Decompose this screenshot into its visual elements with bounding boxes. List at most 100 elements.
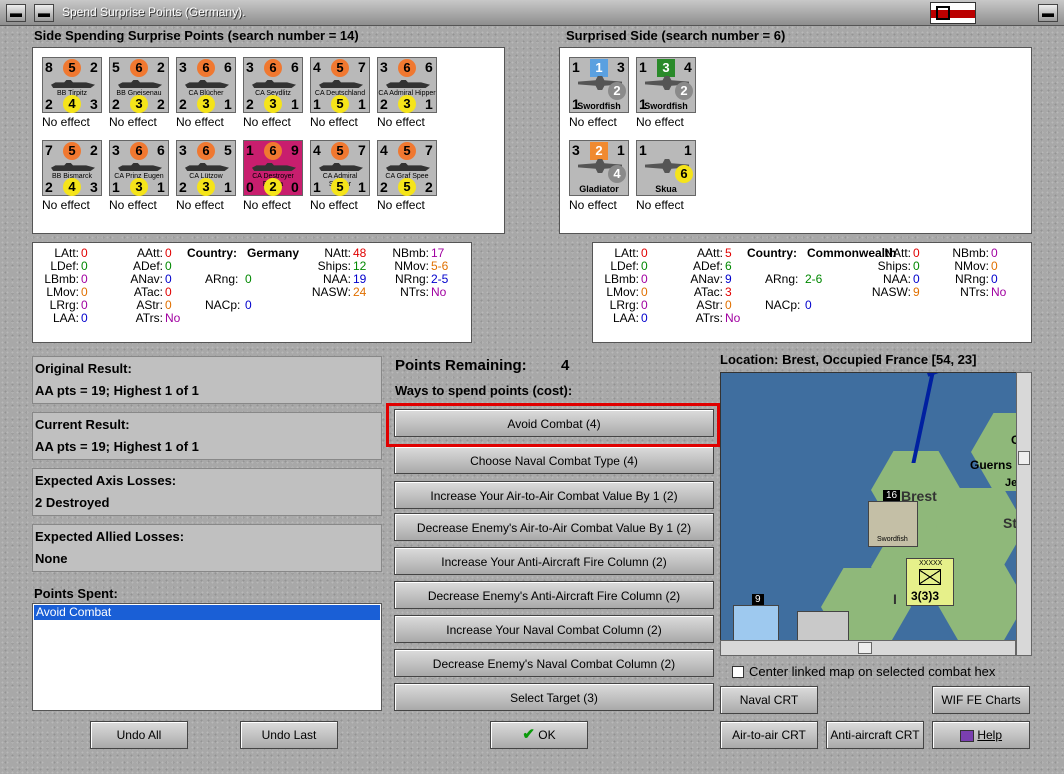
stat-value: 0 [641,298,648,312]
german-unit-counter[interactable]: 169CA Destroyer Flotilla020 [243,140,303,196]
allied-unit-counter[interactable]: 1 1 Skua 6 [636,140,696,196]
counter-bottom-left: 2 [179,96,187,112]
counter-bottom-right: 3 [90,179,98,195]
counter-top-right: 7 [358,59,366,75]
counter-top-right: 2 [157,59,165,75]
help-button[interactable]: Help [932,721,1030,749]
stat-value: 0 [641,246,648,260]
ok-button[interactable]: ✔ OK [490,721,588,749]
stat-label: LAtt: [614,246,639,260]
stat-value: 0 [245,298,252,312]
stat-label: NAA: [322,272,351,286]
points-spent-list[interactable]: Avoid Combat [32,603,382,711]
counter-top-left: 5 [112,59,120,75]
stat-label: ARng: [205,272,239,286]
spend-option-button[interactable]: Select Target (3) [394,683,714,711]
german-unit-counter[interactable]: 457CA Admiral Scheer151 [310,140,370,196]
stat-value: 0 [165,259,172,273]
stat-value: 0 [245,272,252,286]
map-swordfish-counter[interactable]: Swordfish [868,501,918,547]
left-units-panel: 8 5 2 BB Tirpitz 2 4 3 No effect 5 6 2 BB Gneisenau… [32,47,505,234]
counter-top-left: 3 [179,142,187,158]
allied-unit-counter[interactable]: 1 3 4 Swordfish 1 2 [636,57,696,113]
map-corps-counter[interactable]: XXXXX 3(3)3 [906,558,954,606]
german-unit-counter[interactable]: 4 5 7 CA Deutschland 1 5 1 [310,57,370,113]
map-vertical-scrollbar[interactable] [1016,372,1032,656]
unit-effect-label: No effect [377,198,425,212]
unit-effect-label: No effect [243,115,291,129]
german-unit-counter[interactable]: 3 6 6 CA Blücher 2 3 1 [176,57,236,113]
german-unit-counter[interactable]: 3 6 6 CA Admiral Hipper 2 3 1 [377,57,437,113]
spend-option-button[interactable]: Choose Naval Combat Type (4) [394,446,714,474]
map-horizontal-scrollbar[interactable] [720,640,1016,656]
german-unit-counter[interactable]: 5 6 2 BB Gneisenau 2 3 2 [109,57,169,113]
counter-bottom-center: 3 [130,178,148,196]
air-to-air-crt-button[interactable]: Air-to-air CRT [720,721,818,749]
stat-value: 19 [353,272,367,286]
allied-unit-counter[interactable]: 3 2 1 Gladiator 4 [569,140,629,196]
undo-last-button[interactable]: Undo Last [240,721,338,749]
wif-fe-charts-button[interactable]: WIF FE Charts [932,686,1030,714]
current-result-box: Current Result: AA pts = 19; Highest 1 o… [32,412,382,460]
german-unit-counter[interactable]: 4 5 7 CA Graf Spee 2 5 2 [377,140,437,196]
counter-bottom-center: 4 [63,95,81,113]
counter-bottom-left: 2 [380,96,388,112]
ok-button-label: OK [538,728,556,742]
counter-top-center: 6 [130,142,148,160]
map-hex-number: 16 [883,490,901,501]
spend-option-button[interactable]: Increase Your Naval Combat Column (2) [394,615,714,643]
map-label-guerns: Guerns [970,458,1013,472]
spend-option-button[interactable]: Decrease Enemy's Air-to-Air Combat Value… [394,513,714,541]
stat-label: NAA: [882,272,911,286]
german-unit-counter[interactable]: 7 5 2 BB Bismarck 2 4 3 [42,140,102,196]
allied-losses-box: Expected Allied Losses: None [32,524,382,572]
german-unit-counter[interactable]: 8 5 2 BB Tirpitz 2 4 3 [42,57,102,113]
counter-bottom-center: 2 [608,82,626,100]
spend-option-button[interactable]: Increase Your Air-to-Air Combat Value By… [394,481,714,509]
stat-label: LMov: [606,285,639,299]
center-map-checkbox[interactable] [732,666,744,678]
anti-aircraft-crt-button[interactable]: Anti-aircraft CRT [826,721,924,749]
title-bar: ▬ ▬ Spend Surprise Points (Germany). ▬ [0,0,1064,26]
spend-option-button[interactable]: Decrease Enemy's Naval Combat Column (2) [394,649,714,677]
counter-top-center: 6 [264,59,282,77]
stat-value: 0 [81,272,88,286]
undo-all-button[interactable]: Undo All [90,721,188,749]
counter-top-left: 4 [380,142,388,158]
counter-top-right: 1 [617,142,625,158]
counter-name: Skua [655,184,677,194]
ways-to-spend-label: Ways to spend points (cost): [395,383,573,398]
stat-label: AStr: [696,298,723,312]
stat-value: No [991,285,1007,299]
close-button[interactable]: ▬ [1038,4,1058,22]
allied-unit-counter[interactable]: 1 1 3 Swordfish 1 2 [569,57,629,113]
minimize-button[interactable]: ▬ [34,4,54,22]
stat-value: 0 [913,272,920,286]
stat-value: 0 [81,246,88,260]
naval-crt-button[interactable]: Naval CRT [720,686,818,714]
system-menu-button[interactable]: ▬ [6,4,26,22]
stat-label: NTrs: [400,285,429,299]
spend-option-button[interactable]: Increase Your Anti-Aircraft Fire Column … [394,547,714,575]
unit-effect-label: No effect [636,198,684,212]
counter-bottom-center: 4 [608,165,626,183]
counter-top-right: 6 [157,142,165,158]
list-item[interactable]: Avoid Combat [34,605,380,620]
counter-bottom-right: 1 [425,96,433,112]
counter-top-left: 3 [380,59,388,75]
axis-losses-value: 2 Destroyed [35,495,110,510]
stat-value: 5 [725,246,732,260]
german-unit-counter[interactable]: 3 6 6 CA Seydlitz 2 3 1 [243,57,303,113]
stat-label: LAtt: [54,246,79,260]
spend-option-button[interactable]: Decrease Enemy's Anti-Aircraft Fire Colu… [394,581,714,609]
stat-label: LRrg: [609,298,639,312]
german-unit-counter[interactable]: 3 6 6 CA Prinz Eugen 1 3 1 [109,140,169,196]
german-unit-counter[interactable]: 3 6 5 CA Lützow 2 3 1 [176,140,236,196]
counter-top-center: 6 [197,142,215,160]
stat-label: ADef: [132,259,163,273]
counter-top-center: 6 [398,59,416,77]
counter-top-left: 1 [639,142,647,158]
linked-map[interactable]: Guerns Je C Brest St I 16 Swordfish XXXX… [720,372,1032,656]
points-remaining-value: 4 [561,357,570,374]
stat-value: 0 [641,285,648,299]
